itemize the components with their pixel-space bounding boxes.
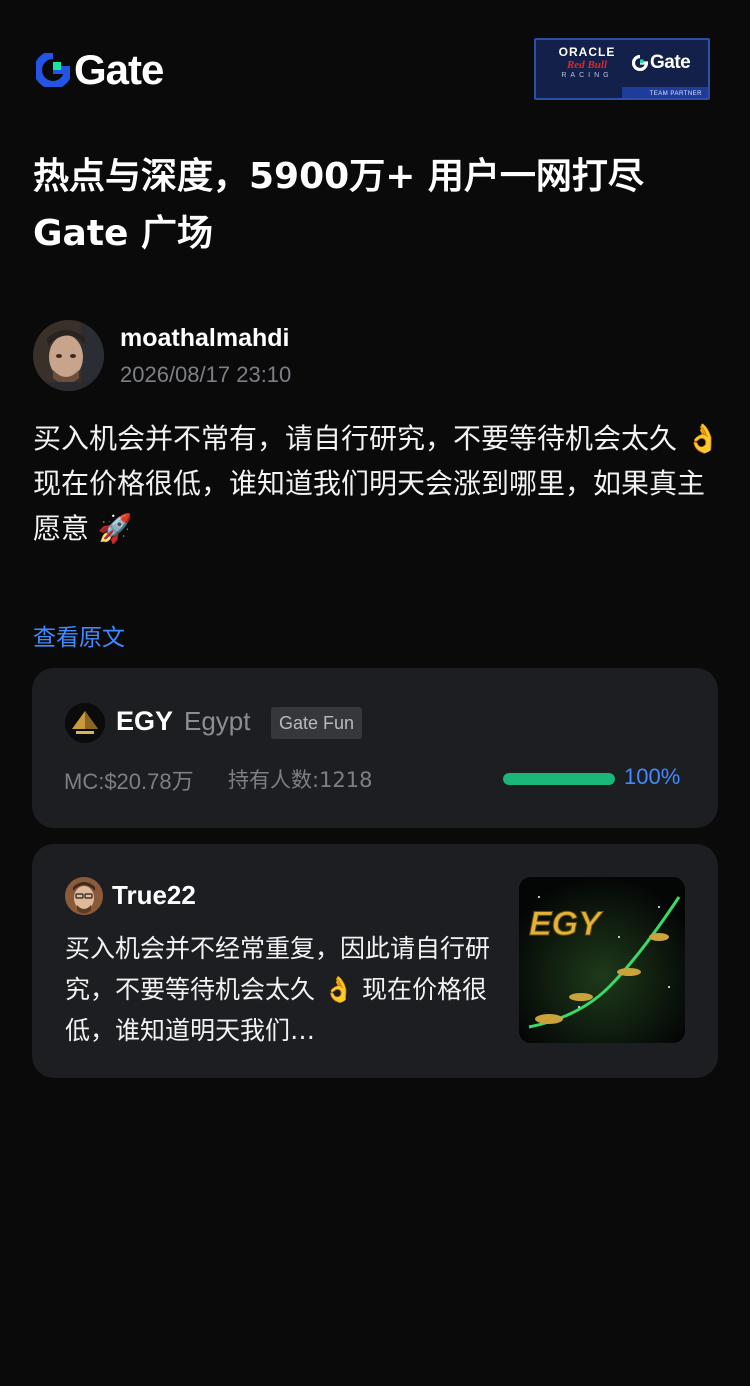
logo-text: Gate (74, 46, 164, 93)
page-headline: 热点与深度，5900万+ 用户一网打尽 Gate 广场 (33, 148, 723, 262)
quote-avatar-photo (65, 877, 103, 915)
headline-line-2: Gate 广场 (33, 213, 214, 254)
quote-author-name[interactable]: True22 (112, 880, 196, 911)
quoted-post-card[interactable]: True22 买入机会并不经常重复，因此请自行研究，不要等待机会太久 👌 现在价… (32, 844, 718, 1078)
author-name[interactable]: moathalmahdi (120, 324, 289, 353)
post-paragraph-1: 买入机会并不常有，请自行研究，不要等待机会太久 👌 (33, 422, 721, 455)
quote-thumbnail[interactable]: EGY (519, 877, 685, 1043)
partner-gate-icon (632, 55, 648, 71)
token-name: Egypt (184, 706, 251, 736)
token-card[interactable]: EGY Egypt Gate Fun MC:$20.78万 持有人数:1218 … (32, 668, 718, 828)
bonding-progress-bar (503, 773, 615, 785)
pyramid-icon (65, 703, 105, 743)
gate-logo[interactable]: Gate (36, 46, 164, 93)
partner-racing-text: RACING (561, 72, 613, 79)
token-icon (65, 703, 105, 743)
bonding-progress-label: 100% (624, 764, 681, 789)
header: Gate ORACLE Red Bull RACING Gate TEAM PA… (0, 0, 750, 120)
author-avatar[interactable] (33, 320, 104, 391)
team-partner-badge: ORACLE Red Bull RACING Gate TEAM PARTNER (534, 38, 710, 100)
partner-redbull-text: Red Bull (566, 59, 608, 71)
post-timestamp: 2026/08/17 23:10 (120, 362, 292, 387)
token-holders: 持有人数:1218 (228, 768, 373, 792)
token-symbol: EGY (116, 706, 174, 736)
gate-fun-tag: Gate Fun (271, 707, 363, 739)
egy-image-title: EGY (529, 905, 604, 943)
quote-text: 买入机会并不经常重复，因此请自行研究，不要等待机会太久 👌 现在价格很低，谁知道… (65, 934, 491, 1045)
token-market-cap: MC:$20.78万 (64, 769, 194, 794)
partner-gate-text: Gate (650, 52, 691, 73)
post-body: 买入机会并不常有，请自行研究，不要等待机会太久 👌 现在价格很低，谁知道我们明天… (33, 416, 723, 551)
partner-caption: TEAM PARTNER (649, 91, 702, 97)
gate-logo-icon (36, 53, 70, 87)
post-author[interactable]: moathalmahdi 2026/08/17 23:10 (33, 320, 723, 392)
bonding-progress-fill (503, 773, 615, 785)
quote-author-avatar[interactable] (65, 877, 103, 915)
headline-line-1: 热点与深度，5900万+ 用户一网打尽 (33, 156, 644, 197)
egy-promo-image: EGY (519, 877, 685, 1043)
post-paragraph-2: 现在价格很低，谁知道我们明天会涨到哪里，如果真主愿意 🚀 (33, 467, 706, 545)
partner-oracle-text: ORACLE (558, 45, 616, 59)
avatar-photo (33, 320, 104, 391)
view-original-link[interactable]: 查看原文 (33, 618, 125, 652)
